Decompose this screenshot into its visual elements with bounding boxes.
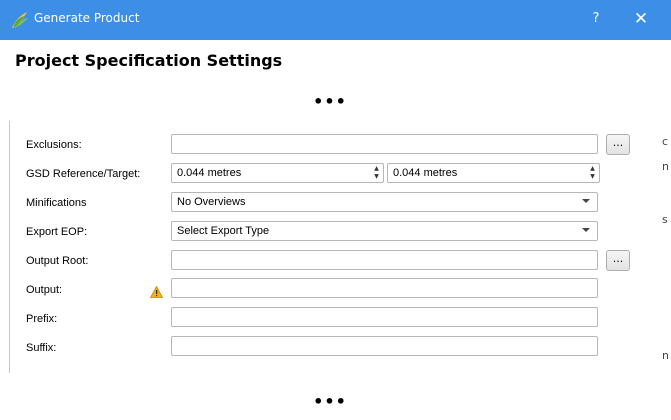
background-fragment: n [662, 349, 669, 362]
chevron-down-icon [582, 199, 590, 203]
warning-icon [149, 283, 164, 298]
export-eop-select[interactable]: Select Export Type [171, 221, 598, 241]
minifications-select[interactable]: No Overviews [171, 192, 598, 212]
output-root-label: Output Root: [26, 255, 89, 267]
ellipsis-top: ••• [313, 92, 347, 111]
export-eop-label: Export EOP: [26, 226, 88, 238]
exclusions-label: Exclusions: [26, 139, 82, 151]
exclusions-input[interactable] [171, 134, 598, 154]
background-fragment: c [662, 135, 669, 148]
gsd-target-value: 0.044 metres [393, 167, 458, 179]
app-leaf-icon [9, 9, 31, 31]
gsd-label: GSD Reference/Target: [26, 168, 141, 180]
spin-arrows-icon[interactable]: ▲ ▼ [371, 165, 382, 181]
gsd-reference-spinbox[interactable]: 0.044 metres ▲ ▼ [171, 163, 384, 183]
gsd-reference-value: 0.044 metres [177, 167, 242, 179]
suffix-input[interactable] [171, 336, 598, 356]
output-label: Output: [26, 284, 63, 296]
prefix-input[interactable] [171, 307, 598, 327]
help-button[interactable]: ? [586, 8, 606, 30]
gsd-target-spinbox[interactable]: 0.044 metres ▲ ▼ [387, 163, 600, 183]
export-eop-selected: Select Export Type [177, 225, 270, 237]
minifications-selected: No Overviews [177, 196, 246, 208]
output-root-input[interactable] [171, 250, 598, 270]
background-fragment: n [662, 160, 669, 173]
minifications-label: Minifications [26, 197, 87, 209]
window-title: Generate Product [34, 11, 140, 25]
ellipsis-bottom: ••• [313, 392, 347, 411]
page-title: Project Specification Settings [15, 51, 283, 70]
background-fragment: s [662, 213, 668, 226]
settings-panel [0, 116, 671, 372]
panel-divider [9, 121, 10, 373]
close-button[interactable]: ✕ [630, 8, 652, 30]
suffix-label: Suffix: [26, 342, 57, 354]
spin-arrows-icon[interactable]: ▲ ▼ [587, 165, 598, 181]
output-input[interactable] [171, 278, 598, 298]
title-bar: Generate Product ? ✕ [0, 0, 671, 40]
prefix-label: Prefix: [26, 313, 58, 325]
exclusions-browse-button[interactable]: ... [606, 134, 630, 155]
output-root-browse-button[interactable]: ... [606, 250, 630, 271]
chevron-down-icon [582, 228, 590, 232]
